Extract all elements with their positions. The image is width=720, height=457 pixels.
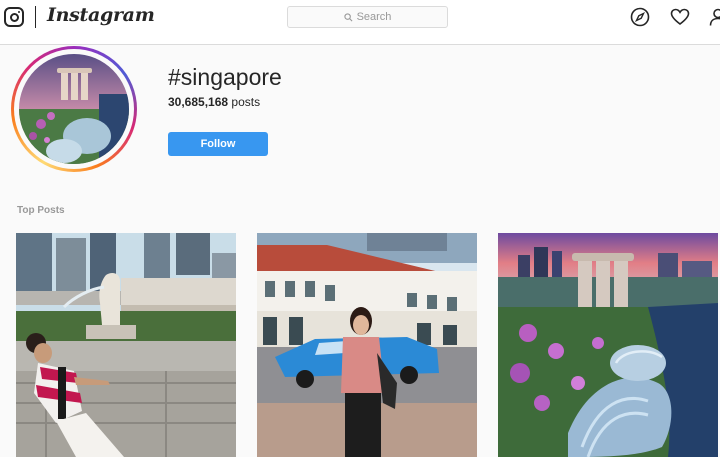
top-post-street-taxi[interactable] <box>257 233 477 457</box>
logo-divider <box>35 6 36 28</box>
profile-photo-marina-bay <box>19 54 129 164</box>
search-placeholder: Search <box>356 11 392 23</box>
post-count-value: 30,685,168 <box>168 95 229 109</box>
compass-icon[interactable] <box>630 7 650 27</box>
top-post-merlion[interactable] <box>16 233 236 457</box>
top-nav-bar: Instagram Search <box>0 0 720 45</box>
search-input[interactable]: Search <box>287 6 448 28</box>
instagram-wordmark[interactable]: Instagram <box>47 4 155 26</box>
heart-icon[interactable] <box>670 7 690 27</box>
post-count: 30,685,168 posts <box>168 95 260 109</box>
hashtag-profile-image <box>11 46 137 172</box>
instagram-glyph-icon[interactable] <box>4 7 24 27</box>
user-icon[interactable] <box>708 7 720 27</box>
top-post-gardens-by-the-bay[interactable] <box>498 233 718 457</box>
top-posts-heading: Top Posts <box>17 205 65 216</box>
follow-button[interactable]: Follow <box>168 132 268 156</box>
post-count-label: posts <box>231 95 261 109</box>
search-icon <box>343 12 353 21</box>
page-title: #singapore <box>168 64 282 90</box>
